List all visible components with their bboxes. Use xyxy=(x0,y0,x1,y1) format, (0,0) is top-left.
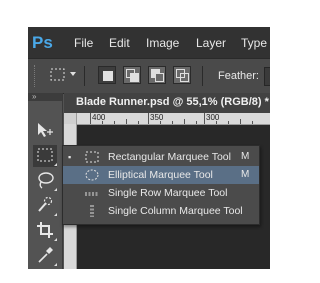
photoshop-logo: Ps xyxy=(32,33,53,52)
tools-panel: » xyxy=(28,93,63,269)
menu-layer[interactable]: Layer xyxy=(196,35,226,51)
add-to-selection-button[interactable] xyxy=(123,66,141,84)
rectangular-marquee-icon xyxy=(85,151,99,163)
crop-icon[interactable] xyxy=(33,220,57,242)
flyout-item-single-column-marquee[interactable]: Single Column Marquee Tool xyxy=(63,202,259,220)
ruler-origin[interactable] xyxy=(64,113,77,124)
rectangular-marquee-icon[interactable] xyxy=(50,68,66,82)
tool-preset-chevron-down-icon[interactable] xyxy=(70,72,76,76)
options-divider xyxy=(202,66,203,86)
ruler-label: 350 xyxy=(150,113,164,122)
menu-image[interactable]: Image xyxy=(146,35,179,51)
menu-type[interactable]: Type xyxy=(241,35,267,51)
ruler-label: 400 xyxy=(92,113,106,122)
options-divider xyxy=(84,66,85,86)
quick-selection-icon[interactable] xyxy=(33,195,57,217)
document-tab[interactable]: Blade Runner.psd @ 55,1% (RGB/8) * xyxy=(64,93,270,113)
active-tool-bullet: ▪ xyxy=(68,152,72,162)
menu-edit[interactable]: Edit xyxy=(109,35,130,51)
menu-file[interactable]: File xyxy=(74,35,93,51)
menu-bar: Ps File Edit Image Layer Type xyxy=(28,27,270,58)
horizontal-ruler[interactable]: 400 350 300 xyxy=(64,113,270,125)
feather-input[interactable] xyxy=(264,67,270,86)
lasso-icon[interactable] xyxy=(33,170,57,192)
flyout-item-label: Single Column Marquee Tool xyxy=(108,205,243,217)
ruler-label: 300 xyxy=(206,113,220,122)
tools-panel-collapse[interactable]: » xyxy=(28,93,62,101)
move-icon[interactable] xyxy=(33,120,57,142)
flyout-item-label: Elliptical Marquee Tool xyxy=(108,169,213,181)
new-selection-button[interactable] xyxy=(98,66,116,84)
marquee-tool-flyout: ▪ Rectangular Marquee Tool M Elliptical … xyxy=(62,145,260,225)
subtract-from-selection-button[interactable] xyxy=(148,66,166,84)
single-row-marquee-icon xyxy=(85,187,99,199)
rectangular-marquee-icon[interactable] xyxy=(33,145,57,167)
flyout-item-single-row-marquee[interactable]: Single Row Marquee Tool xyxy=(63,184,259,202)
single-column-marquee-icon xyxy=(85,205,99,217)
feather-label: Feather: xyxy=(218,70,259,82)
flyout-item-label: Single Row Marquee Tool xyxy=(108,187,228,199)
intersect-with-selection-button[interactable] xyxy=(173,66,191,84)
elliptical-marquee-icon xyxy=(85,169,99,181)
flyout-item-rectangular-marquee[interactable]: ▪ Rectangular Marquee Tool M xyxy=(63,148,259,166)
flyout-shortcut: M xyxy=(241,169,250,180)
options-bar: Feather: xyxy=(28,58,270,94)
options-bar-grip[interactable] xyxy=(34,65,38,87)
document-title: Blade Runner.psd @ 55,1% (RGB/8) * xyxy=(76,96,269,108)
flyout-item-elliptical-marquee[interactable]: Elliptical Marquee Tool M xyxy=(63,166,259,184)
flyout-item-label: Rectangular Marquee Tool xyxy=(108,151,231,163)
flyout-shortcut: M xyxy=(241,151,250,162)
eyedropper-icon[interactable] xyxy=(33,245,57,267)
